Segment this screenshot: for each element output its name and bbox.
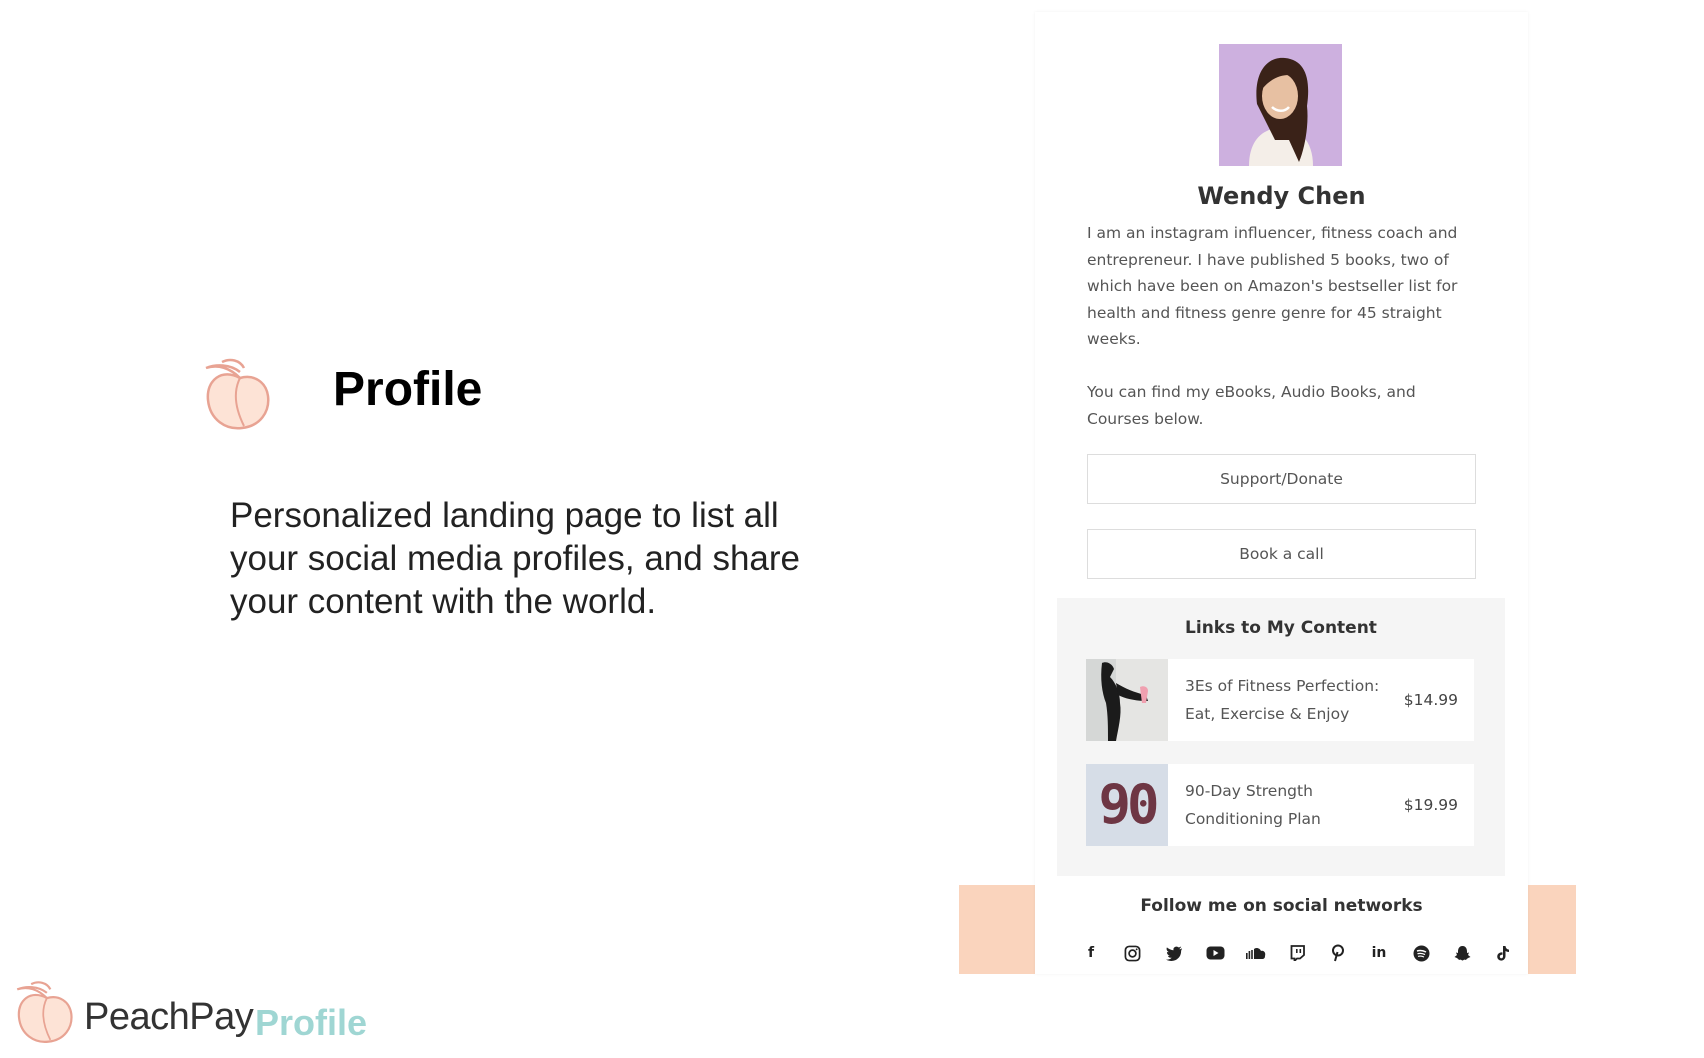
linkedin-icon[interactable]: in	[1362, 936, 1396, 970]
avatar	[1219, 44, 1342, 166]
support-donate-button[interactable]: Support/Donate	[1087, 454, 1476, 504]
thumbnail-number: 90	[1098, 773, 1159, 836]
social-title: Follow me on social networks	[1140, 896, 1423, 916]
soundcloud-icon[interactable]	[1239, 936, 1273, 970]
bio-paragraph: I am an instagram influencer, fitness co…	[1087, 224, 1458, 349]
peach-decor-right	[1526, 885, 1576, 974]
twitch-icon[interactable]	[1280, 936, 1314, 970]
content-item[interactable]: 90 90-Day Strength Conditioning Plan $19…	[1086, 764, 1474, 846]
footer-brand: PeachPay	[84, 996, 254, 1038]
content-panel-title: Links to My Content	[1185, 618, 1377, 638]
fitness-thumbnail	[1086, 659, 1168, 741]
content-item-title: 90-Day Strength Conditioning Plan	[1185, 782, 1321, 828]
pinterest-icon[interactable]	[1321, 936, 1355, 970]
tiktok-icon[interactable]	[1486, 936, 1520, 970]
profile-bio: I am an instagram influencer, fitness co…	[1087, 220, 1482, 432]
number-90-thumbnail: 90	[1086, 764, 1168, 846]
content-item-price: $19.99	[1403, 796, 1458, 814]
profile-name: Wendy Chen	[1197, 182, 1366, 210]
facebook-glyph: f	[1087, 945, 1095, 961]
content-links-panel: Links to My Content 3Es of Fitness Perfe…	[1057, 598, 1505, 876]
snapchat-icon[interactable]	[1445, 936, 1479, 970]
content-item-title: 3Es of Fitness Perfection: Eat, Exercise…	[1185, 677, 1380, 723]
slide-title: Profile	[333, 363, 483, 416]
content-item-price: $14.99	[1403, 691, 1458, 709]
linkedin-glyph: in	[1371, 945, 1387, 961]
profile-page-mockup: Wendy Chen I am an instagram influencer,…	[1035, 12, 1528, 974]
peach-decor-left	[959, 885, 1037, 974]
facebook-icon[interactable]: f	[1074, 936, 1108, 970]
bio-paragraph: You can find my eBooks, Audio Books, and…	[1087, 382, 1416, 428]
content-item[interactable]: 3Es of Fitness Perfection: Eat, Exercise…	[1086, 659, 1474, 741]
footer-tag: Profile	[255, 1002, 368, 1043]
book-call-button[interactable]: Book a call	[1087, 529, 1476, 579]
youtube-icon[interactable]	[1198, 936, 1232, 970]
peach-logo-icon	[205, 358, 270, 430]
instagram-icon[interactable]	[1115, 936, 1149, 970]
spotify-icon[interactable]	[1404, 936, 1438, 970]
twitter-icon[interactable]	[1157, 936, 1191, 970]
peachpay-logo-icon	[16, 981, 73, 1043]
slide-description: Personalized landing page to list all yo…	[230, 496, 801, 621]
